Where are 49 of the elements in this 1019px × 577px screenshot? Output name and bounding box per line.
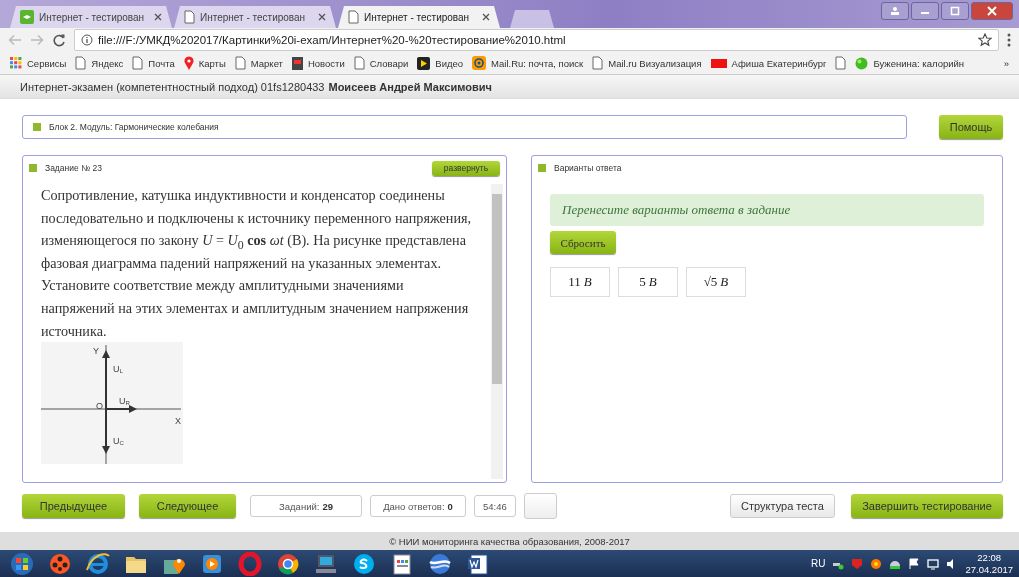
browser-tab[interactable]: Интернет - тестирован (174, 6, 336, 28)
exam-title: Интернет-экзамен (компетентностный подход) 01fs1280433 (20, 80, 325, 93)
next-button[interactable]: Следующее (139, 494, 236, 518)
help-button[interactable]: Помощь (939, 115, 1003, 139)
diagram-label: X (175, 416, 181, 427)
diagram-label: U$_{L}$ (113, 364, 123, 375)
block-title: Блок 2. Модуль: Гармонические колебания (49, 122, 219, 132)
browser-tab[interactable]: Интернет - тестирован (10, 6, 172, 28)
answer-option[interactable]: 5 B (618, 267, 678, 297)
footer-text: © НИИ мониторинга качества образования, 2008-2017 (389, 535, 630, 547)
answer-option[interactable]: 11 B (550, 267, 610, 297)
tab-title: Интернет - тестирован (364, 11, 470, 23)
language-indicator[interactable]: RU (811, 558, 826, 569)
clock[interactable]: 22:08 27.04.2017 (965, 551, 1013, 576)
bookmark-link[interactable]: Новости (307, 57, 345, 69)
more-bookmarks-button[interactable]: » (1003, 57, 1009, 69)
bookmark-link[interactable]: Почта (148, 57, 175, 69)
tab-title: Интернет - тестирован (200, 11, 306, 23)
bookmark-link[interactable]: Видео (435, 57, 464, 69)
task-text: Сопротивление, катушка индуктивности и конденсатор соединены последовательно и подключены к источнику переменного напряжения, изменяющегося по закону U = U$_{0}$ cos ωt (В). На рисунке представлена фазовая диаграмма падений напряжений на указанных элементах. Установите соответствие между амплитудными значениями напряжений на этих элементах и амплитудным значением напряжения источника. (41, 186, 473, 341)
diagram-label: U$_{C}$ (113, 436, 124, 447)
task-title: Задание № 23 (45, 163, 102, 173)
bookmark-link[interactable]: Сервисы (27, 57, 67, 69)
diagram-label: O (96, 401, 103, 412)
answer-option[interactable]: √5 B (686, 267, 746, 297)
diagram-label: Y (93, 346, 99, 357)
bookmark-link[interactable]: Буженина: калорийн (873, 57, 965, 69)
bookmark-link[interactable]: Mail.Ru: почта, поиск (491, 57, 584, 69)
bookmark-link[interactable]: Афиша Екатеринбург (731, 57, 827, 69)
address-field[interactable]: file:///F:/УМКД%202017/Картинки%20i-exam/Интернет%20-%20тестирование%2010.html (74, 29, 999, 51)
reset-button[interactable]: Сбросить (550, 231, 616, 254)
tasks-count: Заданий: 29 (250, 495, 362, 517)
timer: 54:46 (474, 495, 516, 517)
previous-button[interactable]: Предыдущее (22, 494, 125, 518)
bookmark-link[interactable]: Маркет (250, 57, 283, 69)
bookmark-link[interactable]: Словари (369, 57, 409, 69)
bookmark-link[interactable]: Mail.ru Визуализация (608, 57, 702, 69)
diagram-label: U$_{R}$ (119, 396, 130, 407)
tab-title: Интернет - тестирован (39, 11, 145, 23)
answers-title: Варианты ответа (554, 163, 622, 173)
answers-count: Дано ответов: 0 (370, 495, 466, 517)
bookmark-link[interactable]: Карты (198, 57, 226, 69)
hint-banner: Перенесите варианты ответа в задание (550, 194, 984, 226)
structure-button[interactable]: Структура теста (730, 494, 835, 518)
finish-button[interactable]: Завершить тестирование (851, 494, 1003, 518)
browser-tab[interactable]: Интернет - тестирован (338, 6, 500, 28)
bookmark-link[interactable]: Яндекс (91, 57, 124, 69)
expand-button[interactable]: развернуть (432, 160, 500, 176)
student-name: Моисеев Андрей Максимович (328, 80, 492, 93)
